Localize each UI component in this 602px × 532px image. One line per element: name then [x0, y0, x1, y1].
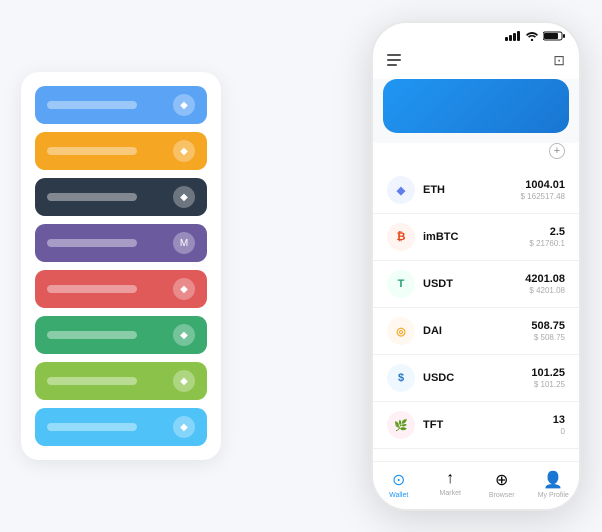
card-item-7[interactable]: ◆ — [35, 408, 207, 446]
asset-logo-tft: 🌿 — [387, 411, 415, 439]
card-item-5[interactable]: ◆ — [35, 316, 207, 354]
qr-icon[interactable]: ⊡ — [553, 52, 565, 69]
asset-name: USDC — [423, 372, 531, 384]
card-line — [47, 101, 137, 109]
card-line — [47, 377, 137, 385]
nav-icon-browser: ⊕ — [495, 470, 508, 490]
nav-icon-market: ↑ — [446, 470, 454, 488]
card-item-0[interactable]: ◆ — [35, 86, 207, 124]
nav-item-market[interactable]: ↑ Market — [425, 470, 477, 499]
card-line — [47, 331, 137, 339]
asset-info-usdt: USDT — [423, 278, 525, 290]
asset-name: USDT — [423, 278, 525, 290]
asset-usd: $ 4201.08 — [525, 286, 565, 295]
asset-item-tft[interactable]: 🌿 TFT 13 0 — [373, 402, 579, 449]
card-item-1[interactable]: ◆ — [35, 132, 207, 170]
card-stack: ◆ ◆ ◆ M ◆ ◆ ◆ ◆ — [21, 72, 221, 460]
card-item-4[interactable]: ◆ — [35, 270, 207, 308]
nav-item-profile[interactable]: 👤 My Profile — [528, 470, 580, 499]
asset-logo-usdt: T — [387, 270, 415, 298]
asset-amount: 1004.01 — [521, 179, 566, 191]
card-line — [47, 193, 137, 201]
asset-info-tft: TFT — [423, 419, 553, 431]
card-icon: ◆ — [173, 370, 195, 392]
asset-info-dai: DAI — [423, 325, 531, 337]
asset-usd: $ 101.25 — [531, 380, 565, 389]
asset-values: 101.25 $ 101.25 — [531, 367, 565, 389]
asset-logo-imbtc: ₿ — [387, 223, 415, 251]
asset-info-usdc: USDC — [423, 372, 531, 384]
card-icon: ◆ — [173, 186, 195, 208]
card-icon: ◆ — [173, 324, 195, 346]
bottom-nav: ⊙ Wallet ↑ Market ⊕ Browser 👤 My Profile — [373, 461, 579, 509]
nav-icon-profile: 👤 — [543, 470, 563, 490]
add-asset-button[interactable]: + — [549, 143, 565, 159]
asset-item-eth[interactable]: ◆ ETH 1004.01 $ 162517.48 — [373, 167, 579, 214]
asset-item-usdt[interactable]: T USDT 4201.08 $ 4201.08 — [373, 261, 579, 308]
asset-info-eth: ETH — [423, 184, 521, 196]
card-item-3[interactable]: M — [35, 224, 207, 262]
card-line — [47, 285, 137, 293]
asset-info-imbtc: imBTC — [423, 231, 529, 243]
card-item-6[interactable]: ◆ — [35, 362, 207, 400]
nav-item-browser[interactable]: ⊕ Browser — [476, 470, 528, 499]
asset-usd: $ 508.75 — [531, 333, 565, 342]
nav-icon-wallet: ⊙ — [392, 470, 405, 490]
phone-frame: ⊡ + — [371, 21, 581, 511]
asset-item-imbtc[interactable]: ₿ imBTC 2.5 $ 21760.1 — [373, 214, 579, 261]
asset-usd: $ 21760.1 — [529, 239, 565, 248]
eth-balance — [397, 99, 555, 121]
asset-values: 2.5 $ 21760.1 — [529, 226, 565, 248]
card-icon: ◆ — [173, 416, 195, 438]
card-line — [47, 239, 137, 247]
status-icons — [505, 31, 565, 41]
asset-usd: 0 — [553, 427, 565, 436]
card-icon: M — [173, 232, 195, 254]
card-icon: ◆ — [173, 278, 195, 300]
card-icon: ◆ — [173, 94, 195, 116]
asset-logo-dai: ◎ — [387, 317, 415, 345]
assets-header: + — [373, 143, 579, 167]
nav-label-market: Market — [440, 490, 461, 497]
asset-amount: 13 — [553, 414, 565, 426]
asset-usd: $ 162517.48 — [521, 192, 566, 201]
asset-item-usdc[interactable]: $ USDC 101.25 $ 101.25 — [373, 355, 579, 402]
asset-values: 4201.08 $ 4201.08 — [525, 273, 565, 295]
asset-list: ◆ ETH 1004.01 $ 162517.48 ₿ imBTC 2.5 $ … — [373, 167, 579, 461]
asset-values: 508.75 $ 508.75 — [531, 320, 565, 342]
card-icon: ◆ — [173, 140, 195, 162]
nav-item-wallet[interactable]: ⊙ Wallet — [373, 470, 425, 499]
asset-name: ETH — [423, 184, 521, 196]
asset-amount: 508.75 — [531, 320, 565, 332]
scene: ◆ ◆ ◆ M ◆ ◆ ◆ ◆ — [21, 21, 581, 511]
asset-logo-eth: ◆ — [387, 176, 415, 204]
menu-icon[interactable] — [387, 51, 405, 69]
asset-amount: 2.5 — [529, 226, 565, 238]
asset-amount: 4201.08 — [525, 273, 565, 285]
eth-card — [383, 79, 569, 133]
card-line — [47, 147, 137, 155]
asset-name: DAI — [423, 325, 531, 337]
asset-name: TFT — [423, 419, 553, 431]
asset-values: 13 0 — [553, 414, 565, 436]
nav-label-profile: My Profile — [538, 492, 569, 499]
asset-name: imBTC — [423, 231, 529, 243]
nav-label-wallet: Wallet — [389, 492, 408, 499]
nav-label-browser: Browser — [489, 492, 515, 499]
status-bar — [373, 23, 579, 45]
asset-values: 1004.01 $ 162517.48 — [521, 179, 566, 201]
asset-logo-usdc: $ — [387, 364, 415, 392]
asset-item-dai[interactable]: ◎ DAI 508.75 $ 508.75 — [373, 308, 579, 355]
card-line — [47, 423, 137, 431]
card-item-2[interactable]: ◆ — [35, 178, 207, 216]
nav-header: ⊡ — [373, 45, 579, 79]
asset-amount: 101.25 — [531, 367, 565, 379]
